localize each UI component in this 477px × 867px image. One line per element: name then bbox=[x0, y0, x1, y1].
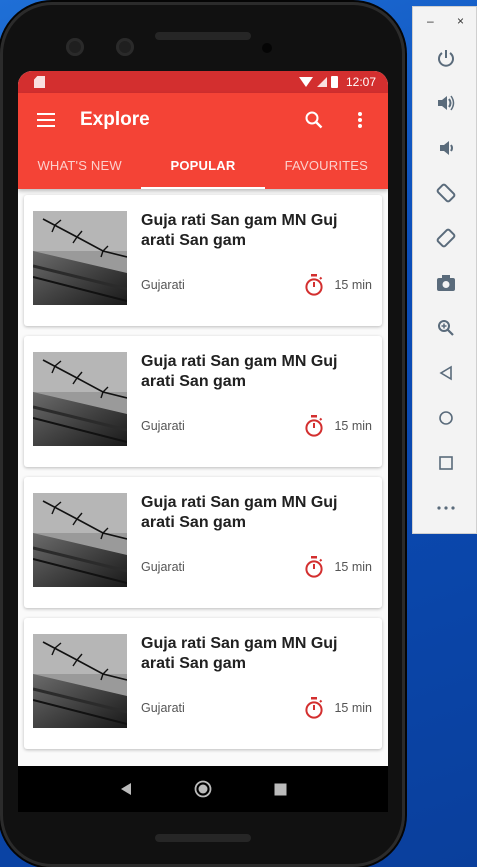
more-vert-icon bbox=[358, 112, 362, 128]
item-meta: Gujarati 15 min bbox=[141, 556, 372, 578]
item-duration-label: 15 min bbox=[334, 701, 372, 715]
content-list: Guja rati San gam MN Guj arati San gam G… bbox=[18, 189, 388, 749]
rotate-right-button[interactable] bbox=[413, 215, 477, 260]
thumbnail-image bbox=[33, 211, 127, 305]
item-duration: 15 min bbox=[304, 274, 372, 296]
minimize-button[interactable]: – bbox=[427, 14, 434, 28]
nav-home-icon[interactable] bbox=[194, 780, 212, 798]
item-body: Guja rati San gam MN Guj arati San gam G… bbox=[141, 634, 372, 733]
search-icon bbox=[305, 111, 323, 129]
overview-button[interactable] bbox=[413, 440, 477, 485]
menu-button[interactable] bbox=[34, 108, 58, 132]
item-category: Gujarati bbox=[141, 701, 185, 715]
more-button[interactable] bbox=[413, 485, 477, 530]
close-button[interactable]: × bbox=[457, 14, 464, 28]
item-meta: Gujarati 15 min bbox=[141, 697, 372, 719]
barbed-wire-image bbox=[33, 352, 127, 446]
rotate-left-button[interactable] bbox=[413, 170, 477, 215]
item-meta: Gujarati 15 min bbox=[141, 415, 372, 437]
battery-icon bbox=[330, 76, 338, 88]
android-nav-bar bbox=[18, 766, 388, 812]
volume-down-button[interactable] bbox=[413, 125, 477, 170]
thumbnail-image bbox=[33, 352, 127, 446]
panel-title-bar: – × bbox=[413, 7, 476, 35]
list-item[interactable]: Guja rati San gam MN Guj arati San gam G… bbox=[24, 336, 382, 467]
timer-icon bbox=[305, 697, 324, 719]
page-title: Explore bbox=[80, 109, 150, 130]
overflow-menu-button[interactable] bbox=[348, 108, 372, 132]
status-bar: 12:07 bbox=[18, 71, 388, 93]
emulator-control-panel: – × bbox=[412, 6, 477, 534]
item-duration-label: 15 min bbox=[334, 419, 372, 433]
hamburger-menu-icon bbox=[37, 113, 55, 127]
item-body: Guja rati San gam MN Guj arati San gam G… bbox=[141, 352, 372, 451]
back-button[interactable] bbox=[413, 350, 477, 395]
home-button[interactable] bbox=[413, 395, 477, 440]
item-title: Guja rati San gam MN Guj arati San gam bbox=[141, 353, 338, 390]
timer-icon bbox=[305, 556, 324, 578]
list-item[interactable]: Guja rati San gam MN Guj arati San gam G… bbox=[24, 477, 382, 608]
thumbnail-image bbox=[33, 493, 127, 587]
top-bezel bbox=[0, 2, 405, 72]
barbed-wire-image bbox=[33, 493, 127, 587]
barbed-wire-image bbox=[33, 634, 127, 728]
more-icon bbox=[436, 505, 455, 510]
screenshot-button[interactable] bbox=[413, 260, 477, 305]
rotate-right-icon bbox=[436, 228, 455, 247]
item-title: Guja rati San gam MN Guj arati San gam bbox=[141, 212, 338, 249]
volume-up-icon bbox=[437, 95, 454, 110]
item-body: Guja rati San gam MN Guj arati San gam G… bbox=[141, 493, 372, 592]
item-duration: 15 min bbox=[304, 415, 372, 437]
front-camera-icon bbox=[116, 38, 134, 56]
search-button[interactable] bbox=[302, 108, 326, 132]
tab-favourites[interactable]: FAVOURITES bbox=[265, 147, 388, 189]
front-camera-icon bbox=[66, 38, 84, 56]
app-bar: Explore WHAT'S NEW POPULAR FAVOURITES bbox=[18, 93, 388, 189]
item-title: Guja rati San gam MN Guj arati San gam bbox=[141, 635, 338, 672]
item-meta: Gujarati 15 min bbox=[141, 274, 372, 296]
volume-down-icon bbox=[439, 140, 453, 155]
proximity-sensor bbox=[262, 43, 272, 53]
bottom-speaker bbox=[155, 834, 251, 842]
volume-up-button[interactable] bbox=[413, 80, 477, 125]
item-duration: 15 min bbox=[304, 697, 372, 719]
back-icon bbox=[438, 365, 452, 380]
list-item[interactable]: Guja rati San gam MN Guj arati San gam G… bbox=[24, 195, 382, 326]
overview-icon bbox=[438, 455, 453, 470]
app-screen: 12:07 Explore WHAT'S NEW POPULAR FAVOURI… bbox=[18, 71, 388, 812]
status-time: 12:07 bbox=[345, 75, 376, 89]
power-button[interactable] bbox=[413, 35, 477, 80]
nav-recents-icon[interactable] bbox=[274, 783, 287, 796]
camera-icon bbox=[436, 274, 455, 291]
power-icon bbox=[437, 49, 454, 67]
earpiece-speaker bbox=[155, 32, 251, 40]
nav-back-icon[interactable] bbox=[119, 782, 133, 796]
sim-card-icon bbox=[34, 76, 45, 88]
signal-icon bbox=[316, 77, 327, 87]
home-icon bbox=[438, 410, 453, 425]
wifi-icon bbox=[298, 77, 313, 87]
item-body: Guja rati San gam MN Guj arati San gam G… bbox=[141, 211, 372, 310]
item-duration: 15 min bbox=[304, 556, 372, 578]
thumbnail-image bbox=[33, 634, 127, 728]
zoom-button[interactable] bbox=[413, 305, 477, 350]
rotate-left-icon bbox=[436, 183, 455, 202]
phone-frame: 12:07 Explore WHAT'S NEW POPULAR FAVOURI… bbox=[0, 2, 405, 867]
timer-icon bbox=[305, 415, 324, 437]
item-title: Guja rati San gam MN Guj arati San gam bbox=[141, 494, 338, 531]
tab-bar: WHAT'S NEW POPULAR FAVOURITES bbox=[18, 147, 388, 189]
list-item[interactable]: Guja rati San gam MN Guj arati San gam G… bbox=[24, 618, 382, 749]
toolbar: Explore bbox=[18, 93, 388, 147]
item-duration-label: 15 min bbox=[334, 278, 372, 292]
item-duration-label: 15 min bbox=[334, 560, 372, 574]
tab-popular[interactable]: POPULAR bbox=[141, 147, 265, 189]
zoom-icon bbox=[437, 319, 454, 336]
item-category: Gujarati bbox=[141, 278, 185, 292]
tab-whats-new[interactable]: WHAT'S NEW bbox=[18, 147, 141, 189]
item-category: Gujarati bbox=[141, 560, 185, 574]
barbed-wire-image bbox=[33, 211, 127, 305]
item-category: Gujarati bbox=[141, 419, 185, 433]
timer-icon bbox=[305, 274, 324, 296]
